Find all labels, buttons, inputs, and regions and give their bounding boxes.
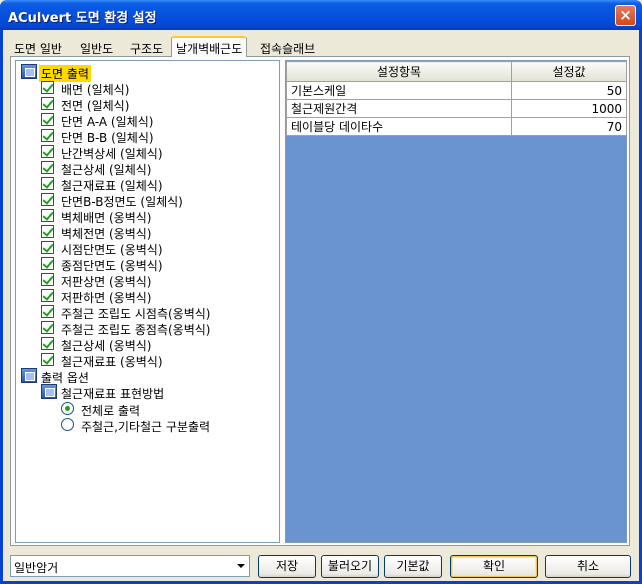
preset-combo[interactable]: 일반암거 — [10, 555, 250, 577]
tree-item-label: 철근상세 (일체식) — [61, 163, 152, 177]
tab-drawing-general[interactable]: 도면 일반 — [10, 38, 66, 56]
tree-item-label: 시점단면도 (옹벽식) — [61, 243, 163, 257]
grid-header-item[interactable]: 설정항목 — [286, 61, 512, 82]
save-button[interactable]: 저장 — [258, 555, 316, 578]
grid-cell-item: 철근제원간격 — [286, 99, 512, 118]
tab-panel: 도면 출력 배면 (일체식) 전면 (일체식) 단면 A-A (일체식) 단면 B-B… — [10, 56, 630, 546]
tree-item-label: 철근재료표 (일체식) — [61, 179, 163, 193]
tree-item-label: 저판하면 (옹벽식) — [61, 291, 152, 305]
grid-header-value[interactable]: 설정값 — [511, 61, 627, 82]
table-row[interactable]: 테이블당 데이타수 70 — [286, 117, 627, 136]
grid-cell-value[interactable]: 70 — [511, 117, 627, 136]
checkbox-checked-icon[interactable] — [41, 225, 54, 238]
tab-general-drawing[interactable]: 일반도 — [76, 38, 117, 56]
chevron-down-icon[interactable] — [232, 557, 248, 575]
grid-cell-item: 테이블당 데이타수 — [286, 117, 512, 136]
table-row[interactable]: 철근제원간격 1000 — [286, 99, 627, 118]
window-title: ACulvert 도면 환경 설정 — [8, 11, 157, 26]
tree-item-label: 주철근 조립도 종점측(옹벽식) — [61, 323, 211, 337]
radio-label: 주철근,기타철근 구분출력 — [81, 420, 211, 434]
checkbox-checked-icon[interactable] — [41, 145, 54, 158]
tab-approach-slab[interactable]: 접속슬래브 — [256, 38, 319, 56]
radio-label: 전체로 출력 — [81, 404, 141, 418]
folder-icon — [41, 384, 57, 399]
radio-selected-icon — [61, 402, 74, 415]
checkbox-checked-icon[interactable] — [41, 113, 54, 126]
tab-wingwall-rebar[interactable]: 날개벽배근도 — [171, 36, 248, 57]
default-button[interactable]: 기본값 — [384, 555, 442, 578]
tree-item-label: 벽체배면 (옹벽식) — [61, 211, 152, 225]
checkbox-checked-icon[interactable] — [41, 81, 54, 94]
table-row[interactable]: 기본스케일 50 — [286, 81, 627, 100]
tab-structure-drawing[interactable]: 구조도 — [126, 38, 167, 56]
checkbox-checked-icon[interactable] — [41, 97, 54, 110]
radio-unselected-icon — [61, 418, 74, 431]
tree-item-label: 철근재료표 (옹벽식) — [61, 355, 163, 369]
folder-icon — [21, 368, 37, 383]
checkbox-checked-icon[interactable] — [41, 161, 54, 174]
grid-cell-item: 기본스케일 — [286, 81, 512, 100]
tree-item-label: 단면 A-A (일체식) — [61, 115, 154, 129]
tree-item-label: 전면 (일체식) — [61, 99, 130, 113]
tree-item-label: 단면B-B정면도 (일체식) — [61, 195, 183, 209]
tree-node-label: 도면 출력 — [39, 65, 91, 82]
folder-icon — [21, 64, 37, 79]
checkbox-checked-icon[interactable] — [41, 273, 54, 286]
tree-item-label: 벽체전면 (옹벽식) — [61, 227, 152, 241]
output-tree[interactable]: 도면 출력 배면 (일체식) 전면 (일체식) 단면 A-A (일체식) 단면 B-B… — [15, 60, 280, 543]
checkbox-checked-icon[interactable] — [41, 321, 54, 334]
cancel-button[interactable]: 취소 — [545, 555, 631, 578]
preset-combo-value: 일반암거 — [14, 561, 59, 575]
checkbox-checked-icon[interactable] — [41, 241, 54, 254]
tree-item-label: 종점단면도 (옹벽식) — [61, 259, 163, 273]
load-button[interactable]: 불러오기 — [321, 555, 379, 578]
close-button[interactable]: × — [615, 5, 636, 26]
checkbox-checked-icon[interactable] — [41, 289, 54, 302]
title-bar[interactable]: ACulvert 도면 환경 설정 × — [0, 0, 642, 30]
checkbox-checked-icon[interactable] — [41, 353, 54, 366]
tree-item-label: 주철근 조립도 시점측(옹벽식) — [61, 307, 211, 321]
grid-cell-value[interactable]: 50 — [511, 81, 627, 100]
checkbox-checked-icon[interactable] — [41, 193, 54, 206]
checkbox-checked-icon[interactable] — [41, 209, 54, 222]
tree-item-label: 단면 B-B (일체식) — [61, 131, 154, 145]
grid-cell-value[interactable]: 1000 — [511, 99, 627, 118]
checkbox-checked-icon[interactable] — [41, 177, 54, 190]
tree-item-label: 배면 (일체식) — [61, 83, 130, 97]
settings-grid[interactable]: 설정항목 설정값 기본스케일 50 철근제원간격 1000 테이블당 데이타수 … — [285, 60, 627, 543]
checkbox-checked-icon[interactable] — [41, 305, 54, 318]
tree-node-label: 철근재료표 표현방법 — [61, 387, 165, 401]
tree-item-label: 난간벽상세 (일체식) — [61, 147, 163, 161]
checkbox-checked-icon[interactable] — [41, 337, 54, 350]
bottom-bar: 일반암거 저장 불러오기 기본값 확인 취소 — [10, 555, 631, 579]
ok-button[interactable]: 확인 — [450, 555, 538, 578]
tree-item-label: 저판상면 (옹벽식) — [61, 275, 152, 289]
checkbox-checked-icon[interactable] — [41, 129, 54, 142]
checkbox-checked-icon[interactable] — [41, 257, 54, 270]
tree-item-label: 철근상세 (옹벽식) — [61, 339, 152, 353]
